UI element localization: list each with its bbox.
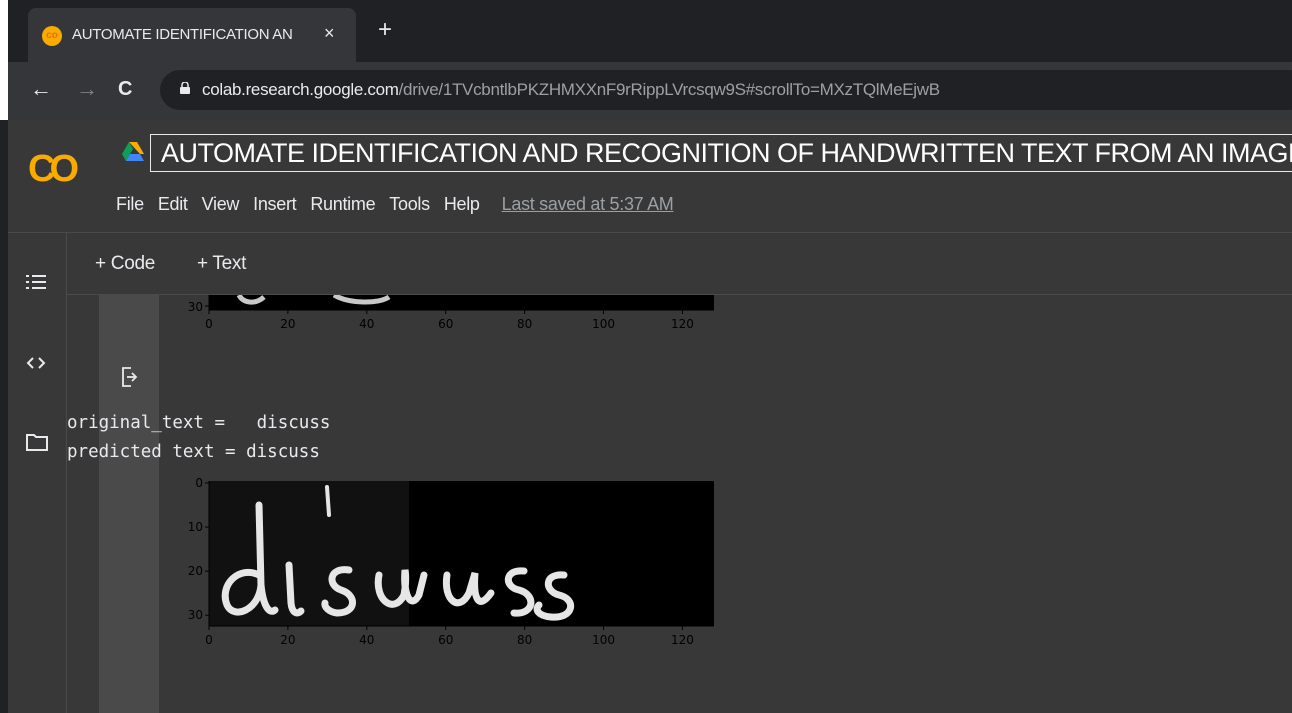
menu-tools[interactable]: Tools [389,194,430,215]
plot-1: 30 0 20 40 60 80 100 120 [188,295,714,331]
plot-2-ytick-label: 30 [188,608,203,622]
browser-tab-bar: co AUTOMATE IDENTIFICATION AN × + [0,0,1292,62]
menu-file[interactable]: File [116,194,144,215]
plot-2-ytick-label: 10 [188,520,203,534]
toc-icon[interactable] [26,273,46,291]
plot-1-image [209,295,714,310]
lock-icon [180,82,190,94]
original-text-output: original_text = discuss [67,413,331,433]
plot-2-xtick-label: 120 [671,633,694,647]
forward-button[interactable]: → [76,76,98,102]
back-button[interactable]: ← [30,76,52,102]
left-sidebar [8,233,67,713]
notebook-main: 30 0 20 40 60 80 100 120 original_text = discu… [67,295,1292,713]
code-snippets-icon[interactable] [26,355,46,371]
tab-title: AUTOMATE IDENTIFICATION AN [72,26,293,43]
menu-runtime[interactable]: Runtime [310,194,375,215]
address-bar-row: ← → C colab.research.google.com/drive/1T… [0,62,1292,120]
new-tab-button[interactable]: + [378,18,392,42]
google-drive-icon [122,142,144,161]
menu-help[interactable]: Help [444,194,480,215]
predicted-text-output: predicted text = discuss [67,442,320,462]
plot-1-xtick-label: 0 [205,317,213,331]
plot-2-xtick-label: 40 [359,633,374,647]
plot-2-xtick-label: 60 [438,633,453,647]
browser-tab[interactable]: co AUTOMATE IDENTIFICATION AN × [28,8,356,62]
output-icon[interactable] [121,367,139,387]
plot-1-xtick-label: 20 [280,317,295,331]
plot-1-xtick-label: 120 [671,317,694,331]
cell-gutter [99,295,159,713]
plot-1-ytick: 30 [188,300,203,314]
plot-1-xtick-label: 60 [438,317,453,331]
plot-2-ytick-label: 0 [195,476,203,490]
plot-2-xtick-label: 0 [205,633,213,647]
colab-header: CO AUTOMATE IDENTIFICATION AND RECOGNITI… [8,120,1292,233]
folder-icon[interactable] [26,433,48,451]
last-saved-link[interactable]: Last saved at 5:37 AM [502,194,674,215]
plot-1-xtick-label: 100 [592,317,615,331]
add-text-button[interactable]: + Text [197,253,246,275]
plot-2-xtick-label: 100 [592,633,615,647]
plot-2-ytick-label: 20 [188,564,203,578]
notebook-title-input[interactable]: AUTOMATE IDENTIFICATION AND RECOGNITION … [150,134,1292,172]
url-path: /drive/1TVcbntlbPKZHMXXnF9rRippLVrcsqw9S… [398,80,940,99]
plot-2-xtick-label: 20 [280,633,295,647]
plot-2: 0 10 20 30 0 20 40 60 80 100 120 [188,476,714,647]
menu-bar: File Edit View Insert Runtime Tools Help… [116,194,674,215]
url-text: colab.research.google.com/drive/1TVcbntl… [202,80,940,100]
url-input[interactable]: colab.research.google.com/drive/1TVcbntl… [160,70,1292,110]
notebook-toolbar: + Code + Text [67,233,1292,295]
plot-1-xtick-label: 80 [517,317,532,331]
menu-insert[interactable]: Insert [253,194,297,215]
colab-favicon-icon: co [42,26,62,46]
tab-close-icon[interactable]: × [324,23,335,44]
menu-view[interactable]: View [202,194,240,215]
reload-button[interactable]: C [118,78,132,101]
menu-edit[interactable]: Edit [158,194,188,215]
url-host: colab.research.google.com [202,80,399,99]
plot-2-xtick-label: 80 [517,633,532,647]
add-code-button[interactable]: + Code [95,253,155,275]
colab-logo[interactable]: CO [28,148,79,191]
plot-1-xtick-label: 40 [359,317,374,331]
